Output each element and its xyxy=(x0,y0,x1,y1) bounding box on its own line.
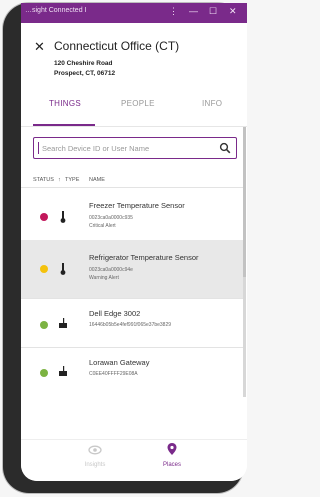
device-row[interactable]: Freezer Temperature Sensor 0023ca0a0000c… xyxy=(21,188,243,246)
search-placeholder: Search Device ID or User Name xyxy=(42,144,150,153)
nav-insights-label: Insights xyxy=(84,462,106,468)
search-input[interactable]: Search Device ID or User Name xyxy=(33,137,237,159)
column-header-name[interactable]: NAME xyxy=(89,177,105,183)
scrollbar-thumb[interactable] xyxy=(243,127,246,277)
close-icon[interactable]: ✕ xyxy=(34,39,45,55)
address-line-1: 120 Cheshire Road xyxy=(54,60,113,67)
device-alert: Warning Alert xyxy=(89,275,119,281)
status-dot-critical xyxy=(40,213,48,221)
thermometer-icon xyxy=(59,262,67,275)
tab-things[interactable]: THINGS xyxy=(49,99,81,108)
tab-bar: THINGS PEOPLE INFO xyxy=(21,99,247,117)
window-titlebar: …sight Connected I ⋮ — ☐ ✕ xyxy=(21,3,247,23)
bottom-navigation: Insights Places xyxy=(21,439,247,481)
status-dot-ok xyxy=(40,369,48,377)
window-title: …sight Connected I xyxy=(25,7,87,14)
device-id: 16446b05b5e4fef991f065e37be3829 xyxy=(89,322,172,328)
device-alert: Critical Alert xyxy=(89,223,116,229)
router-icon xyxy=(59,317,67,329)
search-icon[interactable] xyxy=(219,141,231,159)
device-id: C0EE40FFFF29E08A xyxy=(89,371,138,377)
tab-info[interactable]: INFO xyxy=(202,99,222,108)
nav-insights[interactable]: Insights xyxy=(65,442,125,468)
address-line-2: Prospect, CT, 06712 xyxy=(54,70,116,77)
thermometer-icon xyxy=(59,210,67,223)
device-row[interactable]: Lorawan Gateway C0EE40FFFF29E08A xyxy=(21,348,243,406)
tab-people[interactable]: PEOPLE xyxy=(121,99,155,108)
device-name: Dell Edge 3002 xyxy=(89,309,141,318)
column-header-status[interactable]: STATUS xyxy=(33,177,54,183)
nav-places-label: Places xyxy=(162,462,181,468)
page-title: Connecticut Office (CT) xyxy=(54,39,180,53)
nav-places[interactable]: Places xyxy=(142,442,202,468)
device-id: 0023ca0a0000c94e xyxy=(89,267,133,273)
device-name: Freezer Temperature Sensor xyxy=(89,201,185,210)
sort-arrow-icon[interactable]: ↑ xyxy=(58,177,61,183)
window-menu-icon[interactable]: ⋮ xyxy=(169,6,178,17)
window-close-icon[interactable]: ✕ xyxy=(229,6,237,17)
location-pin-icon xyxy=(167,442,177,459)
device-name: Lorawan Gateway xyxy=(89,358,150,367)
tabs-divider xyxy=(21,126,247,127)
phone-frame: …sight Connected I ⋮ — ☐ ✕ ✕ Connecticut… xyxy=(3,3,247,493)
device-name: Refrigerator Temperature Sensor xyxy=(89,253,199,262)
eye-icon xyxy=(88,442,102,459)
device-row-selected[interactable]: Refrigerator Temperature Sensor 0023ca0a… xyxy=(21,240,243,298)
router-icon xyxy=(59,365,67,377)
device-id: 0023ca0a0000c935 xyxy=(89,215,133,221)
window-maximize-icon[interactable]: ☐ xyxy=(209,6,217,17)
status-dot-warning xyxy=(40,265,48,273)
app-screen: …sight Connected I ⋮ — ☐ ✕ ✕ Connecticut… xyxy=(21,3,247,481)
status-dot-ok xyxy=(40,321,48,329)
window-minimize-icon[interactable]: — xyxy=(189,6,198,16)
text-caret xyxy=(38,142,39,154)
column-header-type[interactable]: TYPE xyxy=(65,177,79,183)
